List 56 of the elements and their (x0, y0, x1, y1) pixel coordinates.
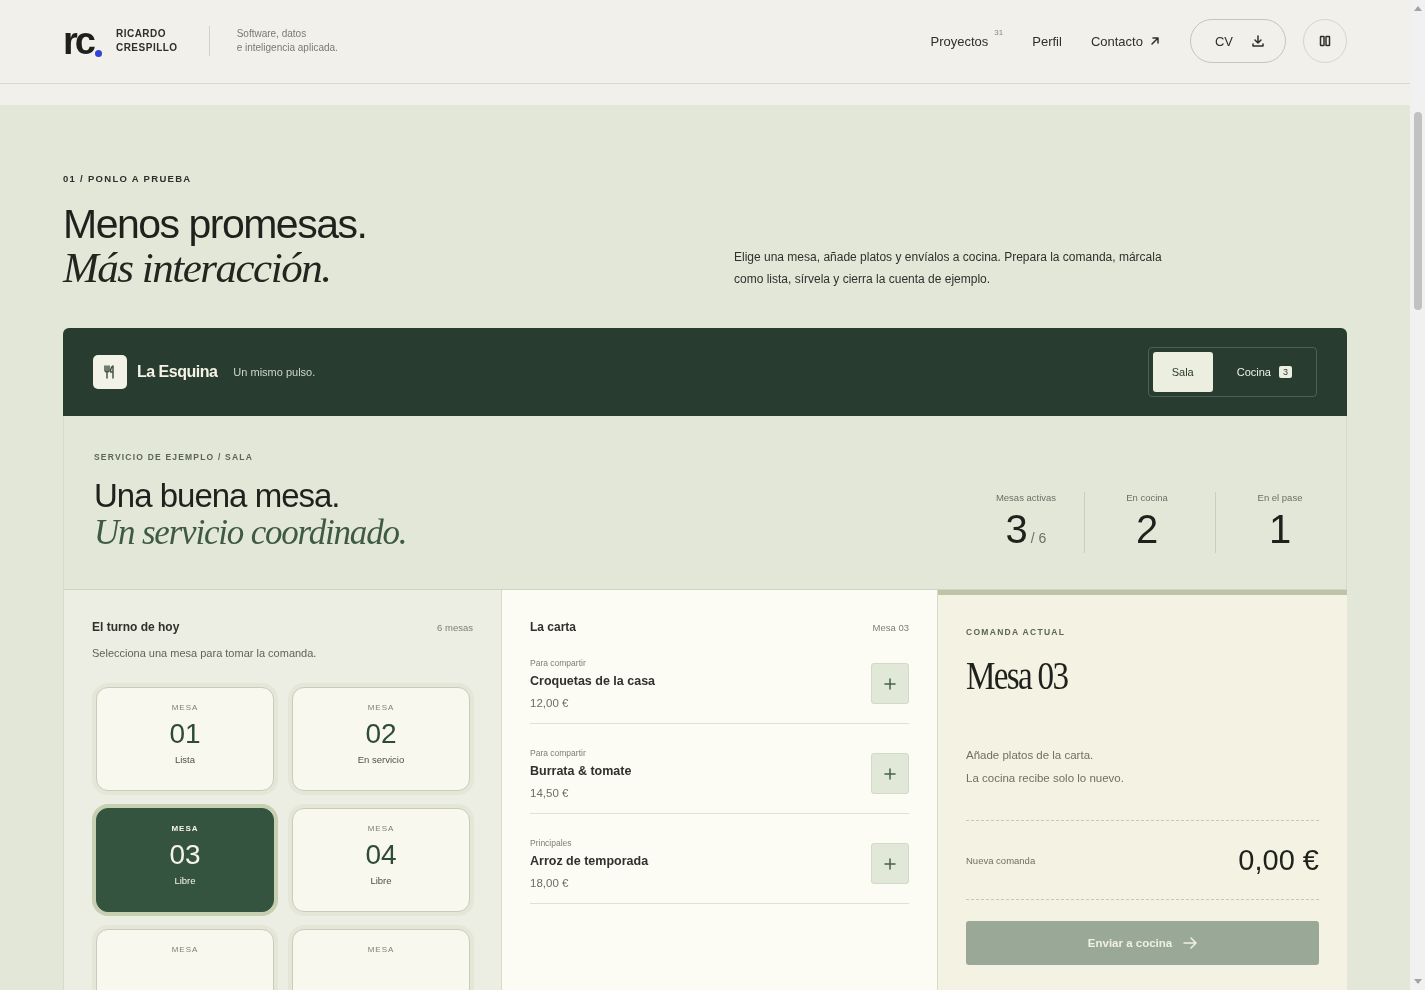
stat-label: En el pase (1257, 492, 1303, 503)
empty-order-text: Añade platos de la carta. (966, 748, 1095, 763)
plus-icon (884, 857, 896, 870)
dish-category: Principales (530, 838, 573, 848)
dish-name: Croquetas de la casa (530, 674, 656, 688)
order-title: Mesa 03 (966, 653, 1068, 698)
app-slogan: Un mismo pulso. (233, 366, 316, 378)
stat-label: En cocina (1126, 492, 1168, 503)
nav-link[interactable]: Contacto (1090, 33, 1161, 49)
logo[interactable]: rc (63, 23, 102, 60)
site-name: RICARDO CRESPILLO (115, 27, 178, 56)
app-name: La Esquina (137, 363, 218, 381)
section-title: Menos promesas. (63, 202, 367, 246)
total-amount: 0,00 € (1238, 843, 1319, 877)
plus-icon (884, 677, 896, 690)
add-button[interactable] (871, 753, 909, 794)
stat-value: 1 (1268, 507, 1292, 552)
arrow-right-icon (1183, 937, 1198, 949)
dish-category: Para compartir (530, 658, 587, 668)
empty-order-text: La cocina recibe solo lo nuevo. (966, 771, 1125, 786)
arrow-up-right-icon (1148, 35, 1161, 48)
panel-count: 6 mesas (437, 621, 473, 633)
view-tab[interactable]: Cocina 3 (1216, 352, 1312, 392)
add-button[interactable] (871, 843, 909, 884)
order-eyebrow: COMANDA ACTUAL (966, 627, 1067, 637)
columns-icon (1319, 35, 1331, 48)
dish-name: Arroz de temporada (530, 854, 649, 868)
count-badge: 3 (1279, 366, 1292, 378)
view-tab[interactable]: Sala (1152, 352, 1213, 392)
stat-value: 2 (1135, 507, 1159, 552)
section-eyebrow: 01 / PONLO A PRUEBA (63, 173, 193, 184)
dish-category: Para compartir (530, 748, 587, 758)
dish-name: Burrata & tomate (530, 764, 632, 778)
panel-title: El turno de hoy (92, 620, 180, 634)
tagline: Software, datos e inteligencia aplicada. (236, 27, 338, 56)
hero-eyebrow: SERVICIO DE EJEMPLO / SALA (94, 452, 255, 462)
dish-price: 14,50 € (530, 787, 570, 799)
dish-price: 18,00 € (530, 877, 570, 889)
stat-total: / 6 (1030, 530, 1047, 546)
plus-icon (884, 767, 896, 780)
panel-title: La carta (530, 620, 577, 634)
dish-price: 12,00 € (530, 697, 570, 709)
section-title-italic: Más interacción. (63, 246, 331, 290)
hero-title: Una buena mesa. (94, 478, 341, 514)
total-label: Nueva comanda (966, 854, 1036, 866)
panel-hint: Selecciona una mesa para tomar la comanda. (92, 647, 318, 659)
panel-table: Mesa 03 (872, 621, 909, 633)
section-description: Elige una mesa, añade platos y envíalos a cocina. Prepara la comanda, márcala como lista, sírvela y cierra la cuenta de ejemplo. (734, 249, 1163, 288)
download-icon (1251, 34, 1265, 49)
hero-title-italic: Un servicio coordinado. (94, 514, 407, 552)
stat-label: Mesas activas (995, 492, 1057, 503)
cutlery-icon (93, 355, 127, 389)
add-button[interactable] (871, 663, 909, 704)
nav-link[interactable]: Perfil (1032, 33, 1062, 49)
stat-value: 3 (1005, 507, 1028, 552)
scrollbar[interactable] (1410, 0, 1425, 990)
